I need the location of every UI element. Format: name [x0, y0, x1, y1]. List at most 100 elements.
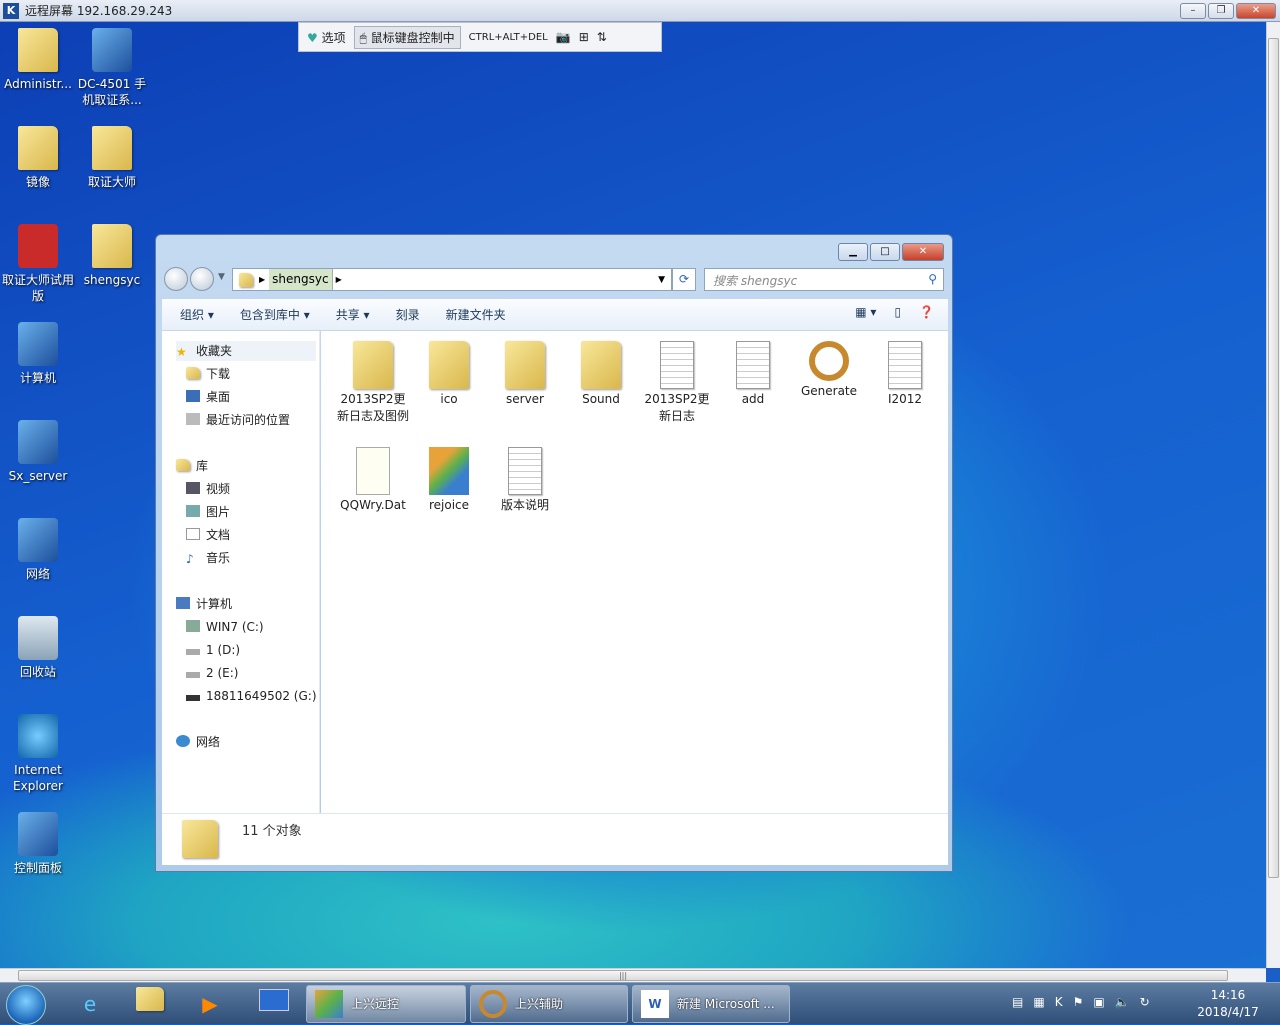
k-icon[interactable]: K: [1055, 995, 1063, 1009]
transfer-icon[interactable]: ⇅: [597, 30, 607, 44]
start-button[interactable]: [6, 985, 46, 1025]
desktop-icon-control-panel[interactable]: 控制面板: [0, 812, 76, 876]
burn-button[interactable]: 刻录: [396, 306, 420, 323]
sidebar-drive-d[interactable]: 1 (D:): [186, 640, 240, 660]
taskbar-button-shangxing-helper[interactable]: 上兴辅助: [470, 985, 628, 1023]
app-icon: [429, 447, 469, 495]
server-icon: [18, 420, 58, 464]
video-icon: [186, 482, 200, 494]
taskbar-button-word[interactable]: W 新建 Microsoft ...: [632, 985, 790, 1023]
sidebar-drive-e[interactable]: 2 (E:): [186, 663, 238, 683]
file-item[interactable]: 2013SP2更新日志及图例: [337, 337, 409, 425]
view-options-icon[interactable]: ▦ ▾: [855, 305, 876, 319]
sidebar-item-pictures[interactable]: 图片: [186, 502, 230, 522]
desktop-icon-network[interactable]: 网络: [0, 518, 76, 582]
sidebar-network[interactable]: 网络: [176, 732, 220, 752]
sidebar-item-videos[interactable]: 视频: [186, 479, 230, 499]
file-item[interactable]: Sound: [565, 337, 637, 408]
app-tray-icon[interactable]: ▦: [1033, 995, 1044, 1009]
minimize-button[interactable]: –: [1180, 3, 1206, 19]
organize-menu[interactable]: 组织 ▾: [180, 306, 214, 323]
sidebar-item-music[interactable]: ♪ 音乐: [186, 548, 230, 568]
explorer-icon[interactable]: [130, 987, 170, 1021]
help-icon[interactable]: ❓: [919, 305, 934, 319]
desktop-icon-computer[interactable]: 计算机: [0, 322, 76, 386]
sidebar-libraries[interactable]: 库: [176, 456, 208, 476]
computer-icon: [18, 322, 58, 366]
sidebar-drive-c[interactable]: WIN7 (C:): [186, 617, 264, 637]
desktop-icon-server[interactable]: Sx_server: [0, 420, 76, 484]
breadcrumb-shengsyc[interactable]: shengsyc: [269, 269, 333, 290]
file-item[interactable]: rejoice: [413, 443, 485, 514]
camera-icon[interactable]: 📷: [556, 30, 571, 44]
file-item[interactable]: ico: [413, 337, 485, 408]
ie-icon[interactable]: e: [70, 987, 110, 1021]
network-icon: [176, 735, 190, 747]
maximize-button[interactable]: □: [870, 243, 900, 261]
rope-icon: [479, 990, 507, 1018]
desktop-icon-user-folder[interactable]: Administr...: [0, 28, 76, 92]
remote-toolbar: ♥ 选项 🖱 鼠标键盘控制中 CTRL+ALT+DEL 📷 ⊞ ⇅: [298, 22, 662, 52]
network-tray-icon[interactable]: ▣: [1093, 995, 1104, 1009]
sidebar-item-documents[interactable]: 文档: [186, 525, 230, 545]
options-button[interactable]: ♥ 选项: [307, 29, 346, 46]
share-menu[interactable]: 共享 ▾: [336, 306, 370, 323]
vertical-scrollbar[interactable]: [1266, 22, 1280, 968]
file-item[interactable]: QQWry.Dat: [337, 443, 409, 514]
restore-button[interactable]: ❐: [1208, 3, 1234, 19]
forward-button[interactable]: [190, 267, 214, 291]
keyboard-icon[interactable]: ▤: [1012, 995, 1023, 1009]
file-item[interactable]: 2013SP2更新日志: [641, 337, 713, 425]
file-item[interactable]: server: [489, 337, 561, 408]
breadcrumb-arrow[interactable]: ▶: [259, 275, 265, 284]
file-item[interactable]: add: [717, 337, 789, 408]
refresh-button[interactable]: ⟳: [672, 268, 696, 291]
host-title-bar: K 远程屏幕 192.168.29.243 – ❐ ✕: [0, 0, 1280, 22]
breadcrumb-arrow[interactable]: ▶: [336, 275, 342, 284]
desktop-icon[interactable]: [254, 987, 294, 1021]
desktop-icon-folder[interactable]: 取证大师: [74, 126, 150, 190]
fullscreen-icon[interactable]: ⊞: [579, 30, 589, 44]
address-bar[interactable]: ▶ shengsyc ▶ ▼: [232, 268, 672, 291]
sidebar-item-recent[interactable]: 最近访问的位置: [186, 410, 290, 430]
sync-icon[interactable]: ↻: [1140, 995, 1150, 1009]
search-icon[interactable]: ⚲: [928, 272, 937, 286]
file-item[interactable]: 版本说明: [489, 443, 561, 514]
flag-icon[interactable]: ⚑: [1073, 995, 1084, 1009]
mouse-keyboard-control-button[interactable]: 🖱 鼠标键盘控制中: [353, 25, 461, 49]
desktop-icon-label: 镜像: [25, 175, 50, 189]
clock[interactable]: 14:16 2018/4/17: [1196, 987, 1260, 1021]
include-in-library-menu[interactable]: 包含到库中 ▾: [240, 306, 310, 323]
desktop-icon-label: 网络: [25, 567, 50, 581]
horizontal-scrollbar[interactable]: |||: [0, 968, 1266, 982]
taskbar-button-shangxing-remote[interactable]: 上兴远控: [306, 985, 466, 1023]
preview-pane-icon[interactable]: ▯: [894, 305, 901, 319]
close-button[interactable]: ✕: [1236, 3, 1276, 19]
desktop-icon-ie[interactable]: Internet Explorer: [0, 714, 76, 794]
desktop-icon-app-shortcut[interactable]: 取证大师试用版: [0, 224, 76, 304]
file-item[interactable]: I2012: [869, 337, 941, 408]
sidebar-item-downloads[interactable]: 下载: [186, 364, 230, 384]
ctrl-alt-del-button[interactable]: CTRL+ALT+DEL: [469, 32, 548, 43]
search-input[interactable]: 搜索 shengsyc ⚲: [704, 268, 944, 291]
file-item[interactable]: Generate: [793, 337, 865, 400]
new-folder-button[interactable]: 新建文件夹: [446, 306, 506, 323]
desktop-icon-recycle-bin[interactable]: 回收站: [0, 616, 76, 680]
sidebar-favorites[interactable]: ★ 收藏夹: [176, 341, 316, 361]
desktop-icon-app-shortcut[interactable]: DC-4501 手机取证系...: [74, 28, 150, 108]
back-button[interactable]: [164, 267, 188, 291]
sidebar-computer[interactable]: 计算机: [176, 594, 232, 614]
folder-icon: [505, 341, 545, 389]
volume-muted-icon[interactable]: 🔈: [1115, 995, 1130, 1009]
minimize-button[interactable]: ▁: [838, 243, 868, 261]
close-button[interactable]: ✕: [902, 243, 944, 261]
media-player-icon[interactable]: ▶: [190, 987, 230, 1021]
recent-pages-dropdown[interactable]: ▼: [218, 272, 225, 282]
desktop-icon-folder[interactable]: 镜像: [0, 126, 76, 190]
downloads-icon: [186, 367, 200, 379]
sidebar-drive-g[interactable]: 18811649502 (G:): [186, 686, 317, 706]
desktop-icon-folder[interactable]: shengsyc: [74, 224, 150, 288]
desktop-icon-label: Administr...: [4, 77, 72, 91]
address-dropdown[interactable]: ▼: [658, 275, 665, 285]
sidebar-item-desktop[interactable]: 桌面: [186, 387, 230, 407]
